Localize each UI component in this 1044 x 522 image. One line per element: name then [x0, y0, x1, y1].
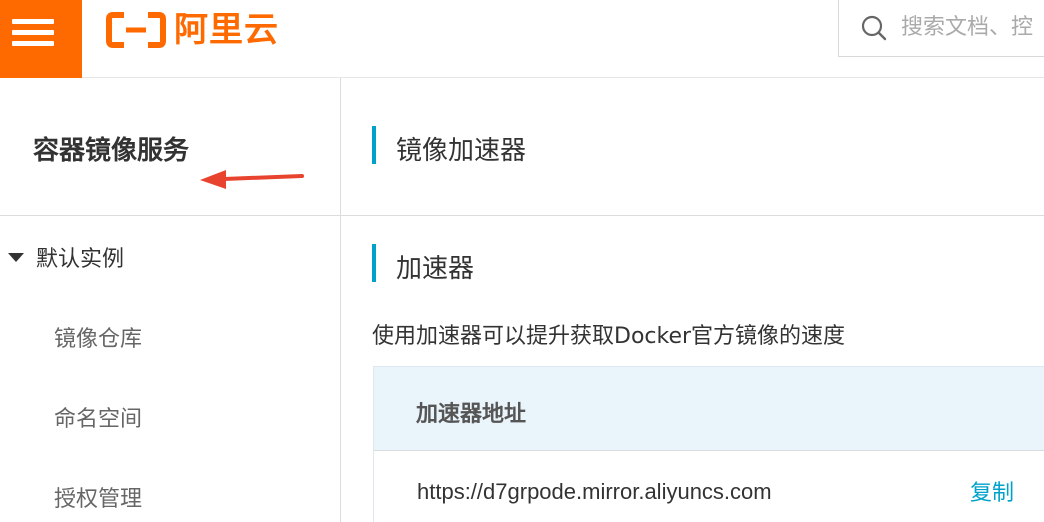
column-header-address: 加速器地址	[416, 402, 527, 427]
sidebar-item-authorization[interactable]: 授权管理	[54, 481, 142, 513]
sidebar: 容器镜像服务 默认实例 镜像仓库 命名空间 授权管理	[0, 78, 341, 522]
top-bar: 阿里云	[0, 0, 1044, 78]
sidebar-item-image-repo[interactable]: 镜像仓库	[54, 321, 142, 353]
copy-button[interactable]: 复制	[970, 475, 1014, 507]
accelerator-url: https://d7grpode.mirror.aliyuncs.com	[417, 479, 772, 504]
logo-text: 阿里云	[174, 10, 279, 50]
sidebar-item-namespace[interactable]: 命名空间	[54, 401, 142, 433]
sidebar-group-label: 默认实例	[36, 247, 125, 272]
table-header: 加速器地址	[374, 367, 1044, 451]
search-icon	[861, 15, 887, 40]
menu-icon[interactable]	[0, 0, 82, 78]
sidebar-title: 容器镜像服务	[33, 136, 190, 166]
search-box[interactable]	[838, 0, 1044, 57]
section-accent-bar	[372, 244, 376, 282]
sidebar-divider	[0, 215, 341, 216]
main-content: 镜像加速器 加速器 使用加速器可以提升获取Docker官方镜像的速度 加速器地址…	[341, 78, 1044, 522]
section-title: 加速器	[396, 254, 475, 284]
accelerator-table: 加速器地址 https://d7grpode.mirror.aliyuncs.c…	[373, 366, 1044, 522]
annotation-arrow-icon	[200, 170, 304, 189]
page-title: 镜像加速器	[396, 136, 527, 166]
table-row: https://d7grpode.mirror.aliyuncs.com 复制	[374, 451, 1044, 522]
caret-down-icon	[8, 252, 24, 262]
section-description: 使用加速器可以提升获取Docker官方镜像的速度	[372, 324, 846, 349]
search-input[interactable]	[901, 15, 1044, 40]
sidebar-group-default-instance[interactable]: 默认实例	[8, 241, 124, 273]
aliyun-logo[interactable]: 阿里云	[106, 8, 279, 52]
page-header: 镜像加速器	[341, 78, 1044, 216]
aliyun-logo-icon	[106, 12, 166, 48]
title-accent-bar	[372, 126, 376, 164]
